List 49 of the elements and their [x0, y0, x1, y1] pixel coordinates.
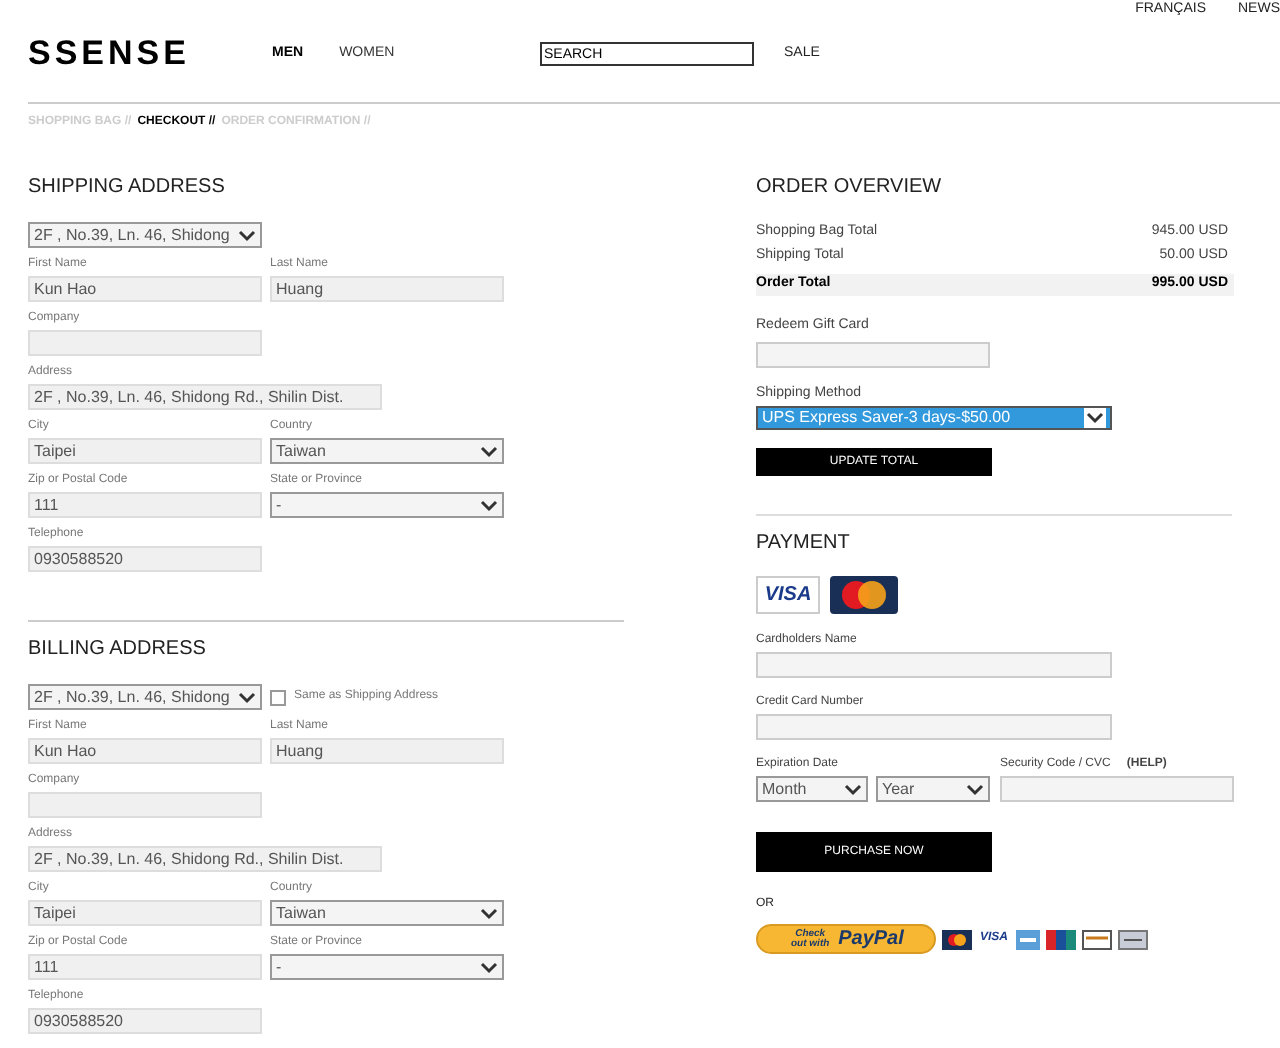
- section-title: PAYMENT: [756, 530, 852, 558]
- section-title: SHIPPING ADDRESS: [28, 174, 227, 202]
- input-field[interactable]: 2F , No.39, Ln. 46, Shidong Rd., Shilin Dist.: [28, 846, 382, 872]
- address-dropdown[interactable]: 2F , No.39, Ln. 46, Shidong: [28, 684, 262, 710]
- chevron-down-icon: [238, 229, 256, 241]
- input-field[interactable]: 0930588520: [28, 1008, 262, 1034]
- card-logo-icon: [1046, 929, 1077, 949]
- dropdown[interactable]: Taiwan: [270, 438, 504, 464]
- input-field[interactable]: [756, 652, 1112, 678]
- chevron-down-icon: [480, 907, 498, 919]
- chevron-down-icon: [480, 499, 498, 511]
- chevron-down-icon: [966, 783, 984, 795]
- chevron-down-icon: [480, 445, 498, 457]
- input-field[interactable]: Huang: [270, 738, 504, 764]
- bank-card-icon: [1118, 929, 1149, 949]
- dropdown[interactable]: Taiwan: [270, 900, 504, 926]
- input-field[interactable]: 111: [28, 492, 262, 518]
- address-dropdown[interactable]: 2F , No.39, Ln. 46, Shidong: [28, 222, 262, 248]
- paypal-brand: PayPal: [838, 926, 904, 954]
- chevron-down-icon: [844, 783, 862, 795]
- month-dropdown[interactable]: Month: [756, 776, 868, 802]
- input-field[interactable]: Kun Hao: [28, 738, 262, 764]
- dropdown[interactable]: -: [270, 954, 504, 980]
- section-title: ORDER OVERVIEW: [756, 174, 944, 202]
- logo[interactable]: SSENSE: [28, 28, 272, 80]
- input-field[interactable]: Taipei: [28, 900, 262, 926]
- card-logo-icon: [1082, 929, 1113, 949]
- visa-card-logo: VISA: [756, 576, 820, 614]
- chevron-down-icon: [238, 691, 256, 703]
- year-dropdown[interactable]: Year: [876, 776, 990, 802]
- input-field[interactable]: [28, 792, 262, 818]
- input-field[interactable]: [756, 714, 1112, 740]
- section-title: BILLING ADDRESS: [28, 636, 208, 664]
- chevron-down-icon: [480, 961, 498, 973]
- input-field[interactable]: 0930588520: [28, 546, 262, 572]
- chevron-down-icon: [1086, 412, 1104, 424]
- input-field[interactable]: Huang: [270, 276, 504, 302]
- input-field[interactable]: 111: [28, 954, 262, 980]
- card-logo-icon: [830, 576, 898, 614]
- card-logo-icon: [1016, 929, 1041, 949]
- input-field[interactable]: 2F , No.39, Ln. 46, Shidong Rd., Shilin Dist.: [28, 384, 382, 410]
- gift-card-field[interactable]: [756, 341, 990, 367]
- input-field[interactable]: Kun Hao: [28, 276, 262, 302]
- input-field[interactable]: Taipei: [28, 438, 262, 464]
- input-field[interactable]: [28, 330, 262, 356]
- security-code-field[interactable]: [1000, 776, 1234, 802]
- card-logo-icon: [942, 929, 972, 949]
- checkbox[interactable]: [270, 689, 286, 705]
- dropdown[interactable]: -: [270, 492, 504, 518]
